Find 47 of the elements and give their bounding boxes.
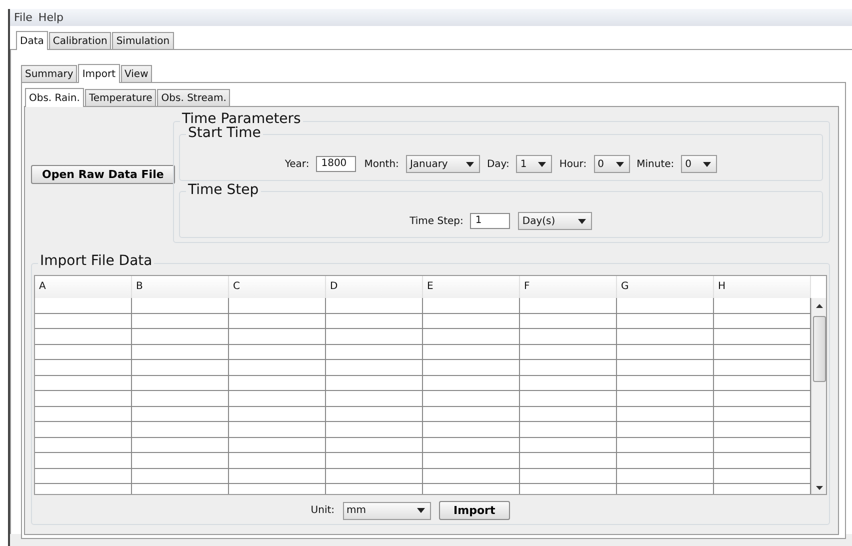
tab[interactable]: Calibration (48, 32, 112, 49)
column-header[interactable]: A (35, 276, 132, 298)
caret-icon (616, 162, 624, 166)
tab[interactable]: Import (78, 64, 120, 83)
input-field[interactable]: 1 (470, 213, 510, 229)
tab[interactable]: Data (16, 31, 48, 50)
group-title: Time Step (186, 182, 261, 198)
column-header[interactable]: D (326, 276, 423, 298)
tab[interactable]: Obs. Stream. (157, 89, 230, 106)
menu-item[interactable]: Help (38, 11, 64, 24)
scroll-down-icon[interactable] (816, 486, 822, 490)
tab[interactable]: Summary (21, 65, 78, 82)
group-title: Import File Data (38, 253, 154, 269)
tab[interactable]: Obs. Rain. (25, 88, 84, 107)
field-label: Minute: (636, 158, 674, 170)
column-header[interactable]: E (423, 276, 520, 298)
column-header[interactable]: H (714, 276, 811, 298)
column-header[interactable]: B (132, 276, 229, 298)
import-button[interactable]: Import (438, 501, 510, 520)
dropdown[interactable]: 0 (594, 155, 630, 173)
field-label: Hour: (559, 158, 587, 170)
tab[interactable]: View (120, 65, 152, 82)
caret-icon (578, 218, 586, 224)
dropdown[interactable]: mm (342, 502, 431, 520)
column-header[interactable]: C (229, 276, 326, 298)
input-field[interactable]: 1800 (316, 156, 356, 172)
tab[interactable]: Simulation (112, 32, 174, 49)
caret-icon (703, 162, 712, 166)
dropdown[interactable]: January (406, 155, 480, 173)
dropdown[interactable]: 0 (681, 155, 718, 173)
field-label: Year: (284, 158, 310, 170)
column-header[interactable]: G (617, 276, 714, 298)
caret-icon (466, 162, 474, 166)
menu-item[interactable]: File (14, 11, 32, 24)
field-label: Month: (364, 158, 399, 170)
field-label: Unit: (310, 505, 335, 516)
tab[interactable]: Temperature (84, 89, 156, 106)
dropdown[interactable]: 1 (516, 155, 552, 173)
field-label: Day: (486, 158, 510, 170)
open-file-button[interactable]: Open Raw Data File (31, 165, 175, 184)
caret-icon (538, 162, 546, 166)
field-label: Time Step: (410, 216, 464, 226)
scroll-up-icon[interactable] (816, 304, 822, 308)
dropdown[interactable]: Day(s) (518, 212, 592, 230)
column-header[interactable]: F (520, 276, 617, 298)
scroll-thumb[interactable] (812, 316, 826, 382)
caret-icon (416, 508, 425, 513)
